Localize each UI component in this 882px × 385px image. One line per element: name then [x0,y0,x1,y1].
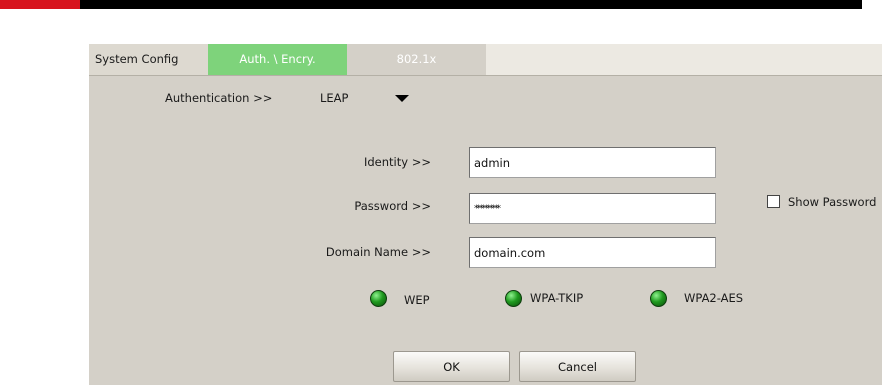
green-led-icon [370,290,387,307]
password-field[interactable] [469,193,716,224]
triangle-down-icon[interactable] [395,95,409,102]
show-password-label[interactable]: Show Password [788,195,876,209]
authentication-label: Authentication >> [165,91,273,105]
show-password-checkbox[interactable] [767,195,780,208]
header-bar [0,0,862,9]
wpa2-aes-status-label: WPA2-AES [684,291,744,305]
green-led-icon [505,290,522,307]
auth-encryption-dialog: System Config Auth. \ Encry. 802.1x Auth… [89,44,882,385]
ok-button[interactable]: OK [393,351,510,382]
tab-auth-encry[interactable]: Auth. \ Encry. [208,44,347,75]
header-accent [0,0,80,9]
domain-name-field[interactable] [469,237,716,268]
domain-name-label: Domain Name >> [325,245,431,259]
wpa-tkip-status-label: WPA-TKIP [530,291,584,305]
tab-strip: System Config Auth. \ Encry. 802.1x [89,44,882,76]
password-label: Password >> [354,199,431,213]
identity-label: Identity >> [363,155,431,169]
tab-8021x[interactable]: 802.1x [347,44,486,75]
wep-status-label: WEP [404,293,430,307]
authentication-select-value[interactable]: LEAP [320,91,348,105]
green-led-icon [650,290,667,307]
tab-system-config[interactable]: System Config [89,44,208,75]
cancel-button[interactable]: Cancel [519,351,636,382]
identity-field[interactable] [469,147,716,178]
